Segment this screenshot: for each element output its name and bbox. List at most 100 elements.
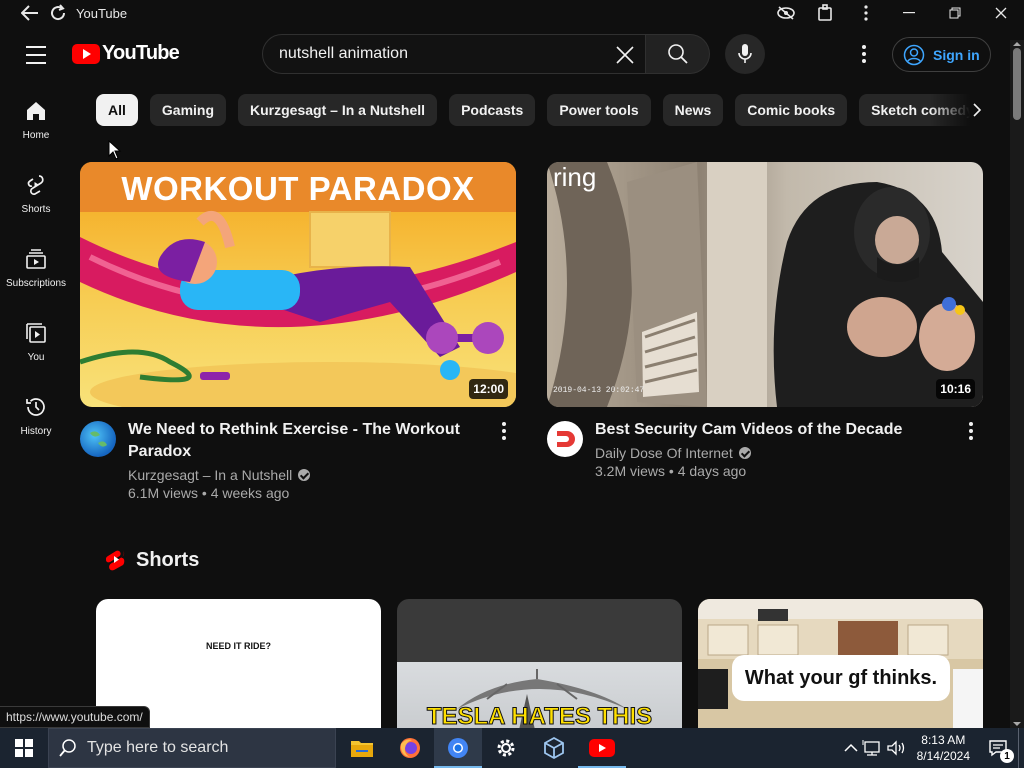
app-menu-icon[interactable] (846, 0, 886, 26)
video-meta: We Need to Rethink Exercise - The Workou… (80, 419, 516, 501)
verified-icon (738, 447, 751, 459)
virtualbox-icon[interactable] (530, 728, 578, 768)
close-icon[interactable] (978, 0, 1024, 26)
chip-power-tools[interactable]: Power tools (547, 94, 651, 126)
shorts-shelf-header: Shorts (106, 548, 199, 572)
video-duration: 10:16 (936, 379, 975, 399)
guide-item-shorts[interactable]: Shorts (0, 156, 72, 230)
network-icon[interactable] (861, 739, 885, 757)
video-stats: 6.1M views • 4 weeks ago (128, 485, 290, 501)
search-icon (59, 739, 76, 757)
chip-comic-books[interactable]: Comic books (735, 94, 848, 126)
video-meta: Best Security Cam Videos of the Decade D… (547, 419, 983, 479)
scroll-down-icon[interactable] (1010, 720, 1024, 728)
ring-watermark: ring (553, 162, 597, 192)
short-caption: What your gf thinks. (732, 655, 950, 701)
clock-date: 8/14/2024 (916, 749, 970, 763)
chip-all[interactable]: All (96, 94, 138, 126)
page-scrollbar[interactable] (1010, 40, 1024, 728)
guide-item-subscriptions[interactable]: Subscriptions (0, 230, 72, 304)
video-stats: 3.2M views • 4 days ago (595, 463, 747, 479)
search-bar (262, 34, 710, 74)
guide-item-history[interactable]: History (0, 378, 72, 452)
tracking-hidden-icon[interactable] (766, 0, 806, 26)
windows-taskbar: Type here to search 8:13 AM 8/14/2024 1 (0, 728, 1024, 768)
channel-avatar[interactable] (547, 421, 583, 457)
search-box (262, 34, 646, 74)
shorts-logo-icon (106, 548, 125, 571)
volume-icon[interactable] (885, 739, 909, 757)
taskbar-search[interactable]: Type here to search (48, 728, 336, 768)
account-icon (903, 44, 925, 65)
chip-news[interactable]: News (662, 94, 724, 126)
youtube-logo[interactable]: YouTube (72, 42, 180, 65)
back-arrow-icon[interactable] (16, 0, 44, 26)
history-icon (26, 398, 45, 416)
clock-time: 8:13 AM (921, 733, 966, 747)
youtube-play-icon (72, 43, 100, 64)
short-caption: TESLA HATES THIS (426, 703, 653, 731)
masthead: YouTube Sign in (0, 26, 1010, 82)
search-icon (667, 44, 688, 64)
subscriptions-icon (26, 249, 46, 269)
youtube-app-icon[interactable] (578, 728, 626, 768)
filter-chips: All Gaming Kurzgesagt – In a Nutshell Po… (96, 94, 996, 126)
video-more-icon[interactable] (959, 419, 983, 443)
minimize-icon[interactable] (886, 0, 932, 26)
video-thumbnail[interactable]: ring 2019-04-13 20:02:47 10:16 (547, 162, 983, 407)
guide-sidebar: Home Shorts Subscriptions You History (0, 82, 72, 452)
notification-count: 1 (1000, 749, 1014, 763)
extensions-icon[interactable] (806, 0, 846, 26)
window-titlebar: YouTube (0, 0, 1024, 26)
channel-name[interactable]: Kurzgesagt – In a Nutshell (128, 467, 492, 483)
video-more-icon[interactable] (492, 419, 516, 443)
chip-kurzgesagt[interactable]: Kurzgesagt – In a Nutshell (238, 94, 438, 126)
you-icon (26, 323, 46, 343)
chips-next-button[interactable] (930, 94, 1010, 126)
channel-avatar[interactable] (80, 421, 116, 457)
camera-timestamp: 2019-04-13 20:02:47 (553, 386, 645, 395)
scroll-up-icon[interactable] (1010, 40, 1024, 48)
short-card[interactable]: What your gf thinks. (698, 599, 983, 739)
channel-name[interactable]: Daily Dose Of Internet (595, 445, 959, 461)
chip-podcasts[interactable]: Podcasts (449, 94, 536, 126)
window-title: YouTube (76, 5, 128, 21)
search-input[interactable] (279, 45, 599, 63)
show-desktop[interactable] (1018, 728, 1024, 768)
home-icon (27, 102, 45, 120)
firefox-icon[interactable] (386, 728, 434, 768)
notification-center[interactable]: 1 (978, 728, 1018, 768)
video-card[interactable]: WORKOUT PARADOX 12:00 We Need to Rethink… (80, 162, 516, 501)
file-explorer-icon[interactable] (338, 728, 386, 768)
restore-icon[interactable] (932, 0, 978, 26)
settings-gear-icon[interactable] (482, 728, 530, 768)
scrollbar-thumb[interactable] (1013, 48, 1021, 120)
guide-item-home[interactable]: Home (0, 82, 72, 156)
start-button[interactable] (0, 728, 48, 768)
chip-gaming[interactable]: Gaming (149, 94, 227, 126)
clear-search-icon[interactable] (613, 43, 637, 67)
chrome-icon[interactable] (434, 728, 482, 768)
video-title[interactable]: Best Security Cam Videos of the Decade (595, 419, 959, 441)
guide-item-you[interactable]: You (0, 304, 72, 378)
windows-logo-icon (15, 739, 33, 757)
video-title[interactable]: We Need to Rethink Exercise - The Workou… (128, 419, 492, 463)
reload-icon[interactable] (44, 0, 72, 26)
verified-icon (298, 469, 311, 481)
short-caption: NEED IT RIDE? (205, 641, 271, 651)
menu-icon[interactable] (22, 44, 50, 66)
search-button[interactable] (646, 34, 710, 74)
voice-search-button[interactable] (725, 34, 765, 74)
video-card[interactable]: ring 2019-04-13 20:02:47 10:16 Best Secu… (547, 162, 983, 479)
video-thumbnail[interactable]: WORKOUT PARADOX 12:00 (80, 162, 516, 407)
thumbnail-title: WORKOUT PARADOX (121, 170, 475, 207)
sign-in-button[interactable]: Sign in (892, 37, 991, 72)
chevron-up-icon[interactable] (841, 742, 861, 754)
short-card[interactable]: TESLA HATES THIS (397, 599, 682, 739)
taskbar-clock[interactable]: 8:13 AM 8/14/2024 (909, 732, 978, 764)
microphone-icon (738, 44, 752, 63)
settings-more-icon[interactable] (852, 42, 876, 66)
status-bar-url: https://www.youtube.com/ (0, 706, 150, 728)
shorts-icon (27, 175, 44, 195)
taskbar-search-placeholder: Type here to search (87, 739, 229, 756)
